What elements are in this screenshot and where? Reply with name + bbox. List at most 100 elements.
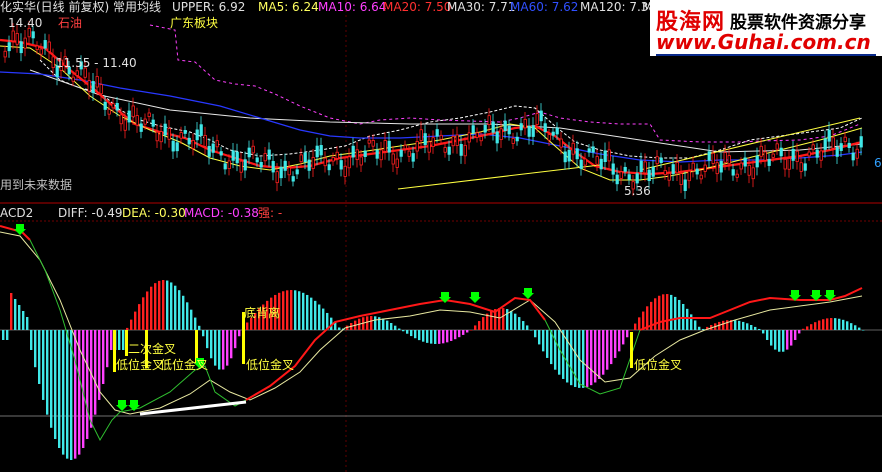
candle-body <box>627 174 631 180</box>
macd-histogram-bar <box>682 303 685 330</box>
macd-histogram-bar <box>402 330 405 332</box>
signal-label-low-golden-cross-4: 低位金叉 <box>634 358 683 372</box>
macd-histogram-bar <box>10 293 13 330</box>
macd-histogram-bar <box>30 330 33 350</box>
candle-body <box>431 137 435 147</box>
macd-histogram-bar <box>506 309 509 330</box>
macd-histogram-bar <box>770 330 773 346</box>
candle-body <box>783 158 787 170</box>
macd-histogram-bar <box>134 311 137 330</box>
divergence-line <box>139 400 247 416</box>
candle-body <box>311 157 315 169</box>
macd-histogram-bar <box>542 330 545 352</box>
candle-body <box>11 30 15 42</box>
macd-histogram-bar <box>282 291 285 330</box>
macd-histogram-bar <box>406 330 409 334</box>
candle-body <box>127 110 131 123</box>
macd-histogram-bar <box>782 330 785 352</box>
candle-body <box>355 149 359 161</box>
macd-histogram-bar <box>642 311 645 330</box>
candle-body <box>139 123 143 132</box>
macd-histogram-bar <box>442 330 445 344</box>
macd-histogram-bar <box>382 318 385 330</box>
candle-body <box>363 150 367 158</box>
upper-value: UPPER: 6.92 <box>172 0 246 14</box>
candle-body <box>395 158 399 168</box>
candle-body <box>123 119 127 131</box>
macd-histogram-bar <box>522 321 525 330</box>
macd-histogram-bar <box>838 318 841 330</box>
candle-body <box>647 169 651 182</box>
macd-histogram-bar <box>74 330 77 459</box>
macd-histogram-bar <box>414 330 417 339</box>
ma10-value: MA10: 6.64 <box>318 0 387 14</box>
candle-body <box>199 124 203 136</box>
candle-body <box>163 123 167 136</box>
macd-histogram-bar <box>558 330 561 375</box>
macd-histogram-bar <box>702 328 705 330</box>
candle-body <box>463 144 467 157</box>
candle-body <box>763 151 767 161</box>
candle-body <box>143 118 147 125</box>
macd-histogram-bar <box>634 323 637 330</box>
macd-histogram-bar <box>482 317 485 330</box>
macd-histogram-bar <box>430 330 433 344</box>
candle-body <box>743 157 747 167</box>
macd-histogram-bar <box>90 330 93 428</box>
candle-body <box>539 110 543 122</box>
candle-body <box>259 161 263 168</box>
macd-histogram-bar <box>518 317 521 330</box>
candle-body <box>299 154 303 163</box>
dea-value: DEA: -0.30 <box>122 206 186 220</box>
candle-body <box>551 131 555 136</box>
candle-body <box>803 163 807 171</box>
macd-histogram-bar <box>826 318 829 330</box>
candle-body <box>575 148 579 160</box>
macd-histogram-bar <box>118 330 121 350</box>
macd-histogram-bar <box>658 295 661 330</box>
candle-body <box>315 145 319 158</box>
macd-histogram-bar <box>754 326 757 330</box>
logo-url: www.Guhai.com.cn <box>656 30 871 54</box>
candle-body <box>399 149 403 157</box>
candle-body <box>699 174 703 180</box>
candle-body <box>95 76 99 88</box>
signal-label-low-golden-cross-3: 低位金叉 <box>246 358 295 372</box>
macd-histogram-bar <box>142 297 145 330</box>
candle-body <box>131 105 135 118</box>
candle-body <box>535 113 539 125</box>
sector-label: 广东板块 <box>170 16 219 30</box>
candle-body <box>443 147 447 153</box>
macd-histogram-bar <box>162 280 165 330</box>
signal-label-low-golden-cross-2: 低位金叉 <box>160 358 209 372</box>
macd-histogram-bar <box>850 323 853 330</box>
macd-histogram-bar <box>462 330 465 335</box>
candle-body <box>419 129 423 141</box>
candle-body <box>499 128 503 140</box>
candle-body <box>787 158 791 170</box>
macd-histogram-bar <box>466 330 469 333</box>
candle-body <box>711 152 715 164</box>
candle-body <box>387 140 391 153</box>
macd-histogram-bar <box>474 325 477 330</box>
candle-body <box>415 141 419 152</box>
macd-histogram-bar <box>786 330 789 350</box>
macd-histogram-bar <box>614 330 617 358</box>
candle-body <box>383 140 387 152</box>
macd-histogram-bar <box>750 325 753 330</box>
macd-histogram-bar <box>686 308 689 330</box>
macd-histogram-bar <box>502 308 505 330</box>
candle-body <box>359 156 363 166</box>
candle-body <box>271 161 275 173</box>
candle-body <box>171 140 175 152</box>
candle-body <box>651 166 655 177</box>
candle-body <box>167 128 171 140</box>
candle-body <box>267 149 271 160</box>
candle-body <box>731 169 735 176</box>
diff-value: DIFF: -0.49 <box>58 206 123 220</box>
macd-histogram-bar <box>202 330 205 337</box>
candle-body <box>183 129 187 134</box>
macd-histogram-bar <box>830 318 833 330</box>
candle-body <box>239 160 243 173</box>
macd-histogram-bar <box>246 322 249 330</box>
